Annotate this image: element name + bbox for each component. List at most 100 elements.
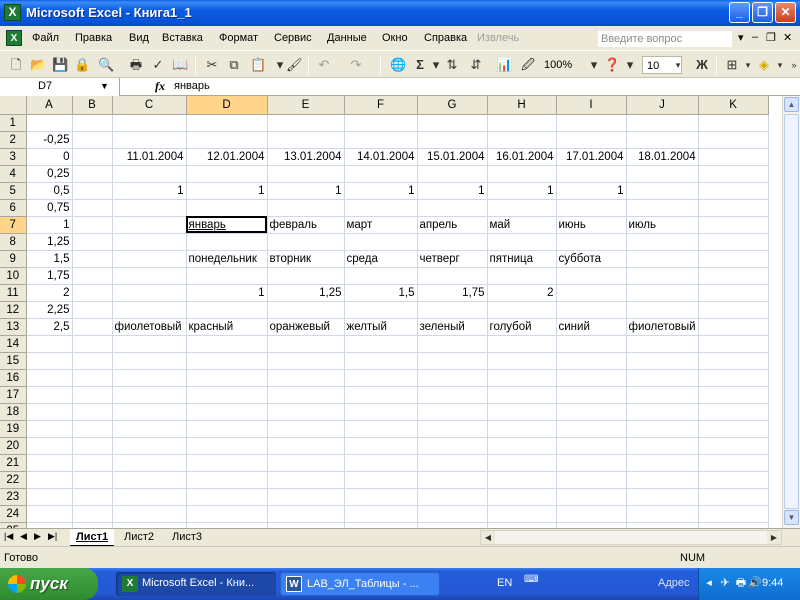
cell-j5[interactable] bbox=[626, 182, 699, 200]
row-header[interactable]: 13 bbox=[0, 318, 27, 336]
cell-k6[interactable] bbox=[698, 199, 769, 217]
cell-b4[interactable] bbox=[72, 165, 113, 183]
cell-i11[interactable] bbox=[556, 284, 627, 302]
cell-g9[interactable]: четверг bbox=[417, 250, 488, 268]
cell-i5[interactable]: 1 bbox=[556, 182, 627, 200]
cell-b18[interactable] bbox=[72, 403, 113, 421]
cell-e16[interactable] bbox=[267, 369, 345, 387]
worksheet-table[interactable]: A B C D E F G H I J K 1 2 -0,25 3 0 11.01.2004 12.01.2004… bbox=[0, 96, 769, 528]
cell-d2[interactable] bbox=[186, 131, 268, 149]
cell-c1[interactable] bbox=[112, 114, 187, 132]
prev-sheet-icon[interactable]: ◀ bbox=[20, 531, 27, 542]
mdi-minimize-button[interactable]: – bbox=[752, 31, 758, 43]
cell-c16[interactable] bbox=[112, 369, 187, 387]
cell-h6[interactable] bbox=[487, 199, 557, 217]
cell-f11[interactable]: 1,5 bbox=[344, 284, 418, 302]
cell-a10[interactable]: 1,75 bbox=[26, 267, 73, 285]
cell-i10[interactable] bbox=[556, 267, 627, 285]
cell-a22[interactable] bbox=[26, 471, 73, 489]
mdi-restore-button[interactable]: ❐ bbox=[766, 31, 776, 44]
chart-wizard-icon[interactable]: 📊 bbox=[496, 57, 512, 73]
row-header[interactable]: 8 bbox=[0, 233, 27, 251]
menu-help[interactable]: Справка bbox=[424, 32, 467, 44]
cell-i13[interactable]: синий bbox=[556, 318, 627, 336]
row-header[interactable]: 17 bbox=[0, 386, 27, 404]
cell-e1[interactable] bbox=[267, 114, 345, 132]
excel-app-icon[interactable]: X bbox=[4, 4, 21, 21]
cell-c18[interactable] bbox=[112, 403, 187, 421]
cell-i20[interactable] bbox=[556, 437, 627, 455]
row-header[interactable]: 22 bbox=[0, 471, 27, 489]
cell-e10[interactable] bbox=[267, 267, 345, 285]
column-header-a[interactable]: A bbox=[26, 96, 73, 115]
menu-window[interactable]: Окно bbox=[382, 32, 408, 44]
cell-e2[interactable] bbox=[267, 131, 345, 149]
cell-k22[interactable] bbox=[698, 471, 769, 489]
select-all-corner[interactable] bbox=[0, 96, 27, 115]
cell-g19[interactable] bbox=[417, 420, 488, 438]
cell-g23[interactable] bbox=[417, 488, 488, 506]
cell-a4[interactable]: 0,25 bbox=[26, 165, 73, 183]
cell-e11[interactable]: 1,25 bbox=[267, 284, 345, 302]
cell-b15[interactable] bbox=[72, 352, 113, 370]
cell-h8[interactable] bbox=[487, 233, 557, 251]
cell-k17[interactable] bbox=[698, 386, 769, 404]
cell-k11[interactable] bbox=[698, 284, 769, 302]
cell-f21[interactable] bbox=[344, 454, 418, 472]
cell-f4[interactable] bbox=[344, 165, 418, 183]
help-dropdown-icon[interactable]: ▾ bbox=[738, 31, 744, 44]
taskbar-excel-button[interactable]: Microsoft Excel - Кни... bbox=[116, 572, 276, 596]
cell-f16[interactable] bbox=[344, 369, 418, 387]
scroll-right-icon[interactable]: ▶ bbox=[767, 531, 781, 544]
column-header-g[interactable]: G bbox=[417, 96, 488, 115]
cell-i3[interactable]: 17.01.2004 bbox=[556, 148, 627, 166]
cell-g21[interactable] bbox=[417, 454, 488, 472]
cell-j1[interactable] bbox=[626, 114, 699, 132]
spelling-icon[interactable]: ✓ bbox=[150, 57, 166, 73]
row-header[interactable]: 19 bbox=[0, 420, 27, 438]
cell-b12[interactable] bbox=[72, 301, 113, 319]
row-header[interactable]: 14 bbox=[0, 335, 27, 353]
column-header-b[interactable]: B bbox=[72, 96, 113, 115]
drawing-icon[interactable]: 🖉 bbox=[520, 57, 536, 73]
horizontal-scrollbar[interactable]: ◀ ▶ bbox=[480, 530, 782, 545]
cell-h20[interactable] bbox=[487, 437, 557, 455]
cell-j21[interactable] bbox=[626, 454, 699, 472]
cell-d13[interactable]: красный bbox=[186, 318, 268, 336]
cell-e15[interactable] bbox=[267, 352, 345, 370]
cell-k23[interactable] bbox=[698, 488, 769, 506]
cell-j17[interactable] bbox=[626, 386, 699, 404]
cell-h11[interactable]: 2 bbox=[487, 284, 557, 302]
cell-e9[interactable]: вторник bbox=[267, 250, 345, 268]
cell-g1[interactable] bbox=[417, 114, 488, 132]
cell-f9[interactable]: среда bbox=[344, 250, 418, 268]
scroll-up-icon[interactable]: ▲ bbox=[784, 97, 799, 112]
cell-i23[interactable] bbox=[556, 488, 627, 506]
row-header[interactable]: 12 bbox=[0, 301, 27, 319]
cell-j22[interactable] bbox=[626, 471, 699, 489]
cell-k14[interactable] bbox=[698, 335, 769, 353]
cell-b7[interactable] bbox=[72, 216, 113, 234]
cell-a2[interactable]: -0,25 bbox=[26, 131, 73, 149]
cell-f23[interactable] bbox=[344, 488, 418, 506]
cell-b13[interactable] bbox=[72, 318, 113, 336]
row-header[interactable]: 24 bbox=[0, 505, 27, 523]
cell-h7[interactable]: май bbox=[487, 216, 557, 234]
print-icon[interactable]: 🖶 bbox=[128, 57, 144, 73]
cell-h13[interactable]: голубой bbox=[487, 318, 557, 336]
cell-g10[interactable] bbox=[417, 267, 488, 285]
cell-j15[interactable] bbox=[626, 352, 699, 370]
cell-f7[interactable]: март bbox=[344, 216, 418, 234]
cell-b6[interactable] bbox=[72, 199, 113, 217]
cell-c8[interactable] bbox=[112, 233, 187, 251]
cell-d22[interactable] bbox=[186, 471, 268, 489]
cell-c24[interactable] bbox=[112, 505, 187, 523]
cut-icon[interactable]: ✂ bbox=[204, 57, 220, 73]
cell-i17[interactable] bbox=[556, 386, 627, 404]
cell-h3[interactable]: 16.01.2004 bbox=[487, 148, 557, 166]
row-header[interactable]: 2 bbox=[0, 131, 27, 149]
cell-b3[interactable] bbox=[72, 148, 113, 166]
undo-icon[interactable]: ↶ bbox=[316, 57, 332, 73]
row-header[interactable]: 11 bbox=[0, 284, 27, 302]
cell-d14[interactable] bbox=[186, 335, 268, 353]
